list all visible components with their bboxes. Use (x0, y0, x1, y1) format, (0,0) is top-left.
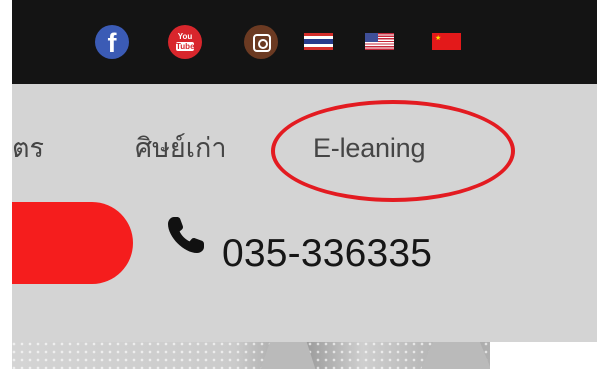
facebook-glyph: f (107, 28, 117, 58)
menu-item-alumni[interactable]: ศิษย์เก่า (135, 132, 227, 164)
menu-partial-label: ตร (12, 133, 45, 163)
instagram-icon[interactable] (244, 25, 278, 59)
instagram-camera-icon (253, 34, 271, 52)
thai-flag-red-bottom (304, 47, 333, 50)
top-social-bar: f You Tube ★ (12, 0, 597, 84)
page-frame: f You Tube ★ ตร ศิษย์เก่า E-leaning 035-… (0, 0, 597, 369)
facebook-icon[interactable]: f (95, 25, 129, 59)
red-highlight-ellipse (271, 100, 515, 202)
youtube-glyph: You Tube (176, 32, 195, 52)
phone-number[interactable]: 035-336335 (222, 232, 432, 276)
pattern-shape-right (421, 342, 491, 369)
youtube-you: You (177, 32, 193, 41)
menu-item-partial[interactable]: ตร (12, 132, 44, 164)
left-margin (0, 0, 12, 369)
youtube-icon[interactable]: You Tube (168, 25, 202, 59)
pattern-shape-left (260, 342, 316, 369)
phone-icon (168, 217, 204, 253)
china-flag-star-icon: ★ (435, 34, 442, 42)
red-pill-button[interactable] (12, 202, 133, 284)
youtube-tube: Tube (176, 42, 195, 51)
china-flag-icon[interactable]: ★ (432, 33, 461, 50)
us-flag-icon[interactable] (365, 33, 394, 50)
thai-flag-icon[interactable] (304, 33, 333, 50)
us-flag-canton (365, 33, 378, 42)
menu-alumni-label: ศิษย์เก่า (135, 133, 227, 163)
right-white-strip (490, 342, 597, 369)
